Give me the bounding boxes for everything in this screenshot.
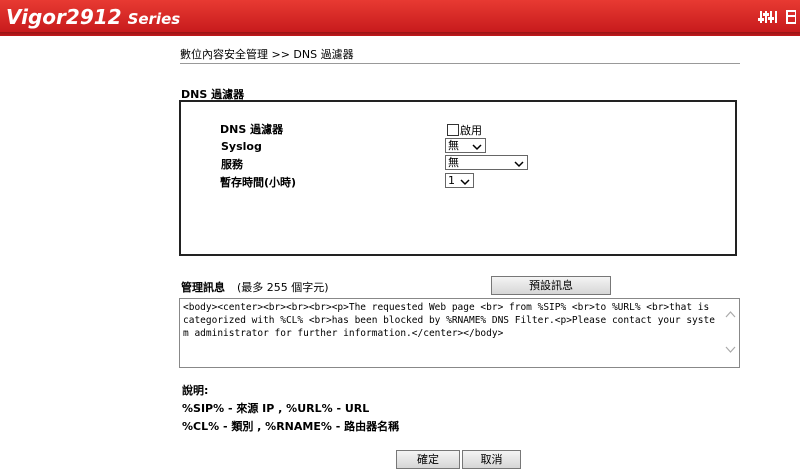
breadcrumb: 數位內容安全管理 >> DNS 過濾器 <box>180 48 354 61</box>
service-select[interactable]: 無 <box>445 155 528 170</box>
message-text[interactable]: <body><center><br><br><br><p>The request… <box>183 301 715 340</box>
cache-time-value: 1 <box>448 174 455 187</box>
management-message-label: 管理訊息 (最多 255 個字元) <box>181 279 329 295</box>
top-banner: Vigor2912 Series <box>0 0 800 36</box>
char-limit-note: (最多 255 個字元) <box>237 281 329 294</box>
cache-time-select[interactable]: 1 <box>445 173 474 188</box>
textarea-scrollbar[interactable] <box>722 299 739 367</box>
dns-filter-label: DNS 過濾器 <box>220 123 284 136</box>
service-value: 無 <box>448 156 459 169</box>
grid-icon[interactable] <box>786 9 796 25</box>
scroll-down-icon <box>725 346 736 353</box>
breadcrumb-divider <box>180 63 740 64</box>
cancel-button[interactable]: 取消 <box>462 450 521 469</box>
chevron-down-icon <box>460 176 470 189</box>
notes-line-source-url: %SIP% - 來源 IP , %URL% - URL <box>182 402 370 415</box>
management-title: 管理訊息 <box>181 281 225 294</box>
brand-series: Series <box>127 10 181 28</box>
syslog-value: 無 <box>448 139 459 152</box>
default-message-button[interactable]: 預設訊息 <box>491 276 611 295</box>
cache-time-label: 暫存時間(小時) <box>220 176 297 189</box>
brand-logo: Vigor2912 Series <box>6 5 180 29</box>
ok-button[interactable]: 確定 <box>396 450 460 469</box>
scroll-up-icon <box>725 311 736 318</box>
syslog-select[interactable]: 無 <box>445 138 486 153</box>
service-label: 服務 <box>221 158 243 171</box>
message-textarea[interactable]: <body><center><br><br><br><p>The request… <box>179 298 740 368</box>
syslog-label: Syslog <box>221 140 262 153</box>
notes-line-category-router: %CL% - 類別 , %RNAME% - 路由器名稱 <box>182 420 400 433</box>
chevron-down-icon <box>514 158 524 171</box>
equalizer-icon[interactable] <box>758 9 778 25</box>
enable-label: 啟用 <box>460 124 482 137</box>
checkbox-box[interactable] <box>447 124 459 136</box>
notes-title: 說明: <box>182 384 209 397</box>
enable-checkbox[interactable]: 啟用 <box>447 122 482 138</box>
brand-model: Vigor2912 <box>6 5 122 29</box>
chevron-down-icon <box>472 141 482 154</box>
